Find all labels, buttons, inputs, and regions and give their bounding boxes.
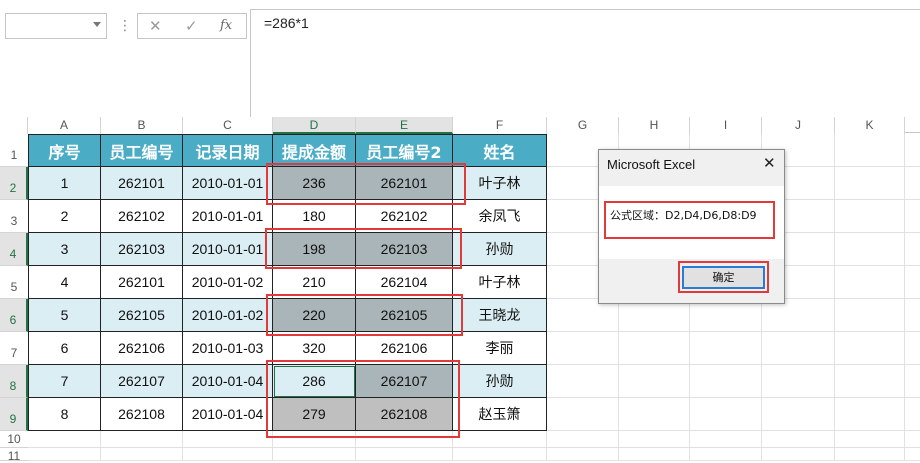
table-cell[interactable]: 2010-01-01 xyxy=(183,233,273,266)
table-cell[interactable]: 2010-01-04 xyxy=(183,365,273,398)
annotation-box xyxy=(266,163,466,205)
cancel-icon[interactable]: ✕ xyxy=(149,17,162,35)
table-cell[interactable]: 2010-01-01 xyxy=(183,200,273,233)
enter-icon[interactable]: ✓ xyxy=(185,17,198,35)
dialog-title: Microsoft Excel xyxy=(607,157,696,172)
table-cell[interactable]: 7 xyxy=(28,365,101,398)
table-cell[interactable]: 2010-01-01 xyxy=(183,167,273,200)
table-cell[interactable]: 余凤飞 xyxy=(453,200,547,233)
column-header-h[interactable]: H xyxy=(619,117,690,134)
name-box[interactable] xyxy=(5,13,107,39)
table-cell[interactable]: 6 xyxy=(28,332,101,365)
column-header-d[interactable]: D xyxy=(273,117,356,134)
row-header-6[interactable]: 6 xyxy=(0,299,28,332)
row-header-8[interactable]: 8 xyxy=(0,365,28,398)
column-header-k[interactable]: K xyxy=(835,117,905,134)
column-header-b[interactable]: B xyxy=(101,117,183,134)
row-header-11[interactable]: 11 xyxy=(0,448,28,463)
header-cell[interactable]: 员工编号 xyxy=(101,134,183,167)
table-cell[interactable]: 2010-01-04 xyxy=(183,398,273,431)
formula-input[interactable]: =286*1 xyxy=(250,9,920,133)
dialog-body: 公式区域：D2,D4,D6,D8:D9 xyxy=(599,186,784,259)
row-header-5[interactable]: 5 xyxy=(0,266,28,299)
header-cell[interactable]: 姓名 xyxy=(453,134,547,167)
column-header-e[interactable]: E xyxy=(356,117,453,134)
table-cell[interactable]: 4 xyxy=(28,266,101,299)
formula-buttons: ✕ ✓ fx xyxy=(137,13,247,39)
row-header-9[interactable]: 9 xyxy=(0,398,28,431)
table-cell[interactable]: 1 xyxy=(28,167,101,200)
message-dialog: Microsoft Excel ✕ 公式区域：D2,D4,D6,D8:D9 确定 xyxy=(598,149,785,304)
header-cell[interactable]: 序号 xyxy=(28,134,101,167)
table-cell[interactable]: 262108 xyxy=(101,398,183,431)
table-cell[interactable]: 王晓龙 xyxy=(453,299,547,332)
row-header-7[interactable]: 7 xyxy=(0,332,28,365)
table-cell[interactable]: 2 xyxy=(28,200,101,233)
table-cell[interactable]: 262101 xyxy=(101,167,183,200)
table-cell[interactable]: 262106 xyxy=(101,332,183,365)
table-cell[interactable]: 李丽 xyxy=(453,332,547,365)
column-header-f[interactable]: F xyxy=(453,117,547,134)
annotation-box xyxy=(265,228,462,269)
table-cell[interactable]: 262101 xyxy=(101,266,183,299)
insert-function-icon[interactable]: fx xyxy=(220,18,232,33)
table-cell[interactable]: 2010-01-02 xyxy=(183,299,273,332)
annotation-box xyxy=(604,201,775,239)
table-cell[interactable]: 2010-01-02 xyxy=(183,266,273,299)
column-header-g[interactable]: G xyxy=(547,117,619,134)
table-cell[interactable]: 8 xyxy=(28,398,101,431)
more-options-icon[interactable]: ⋮ xyxy=(118,14,132,38)
annotation-box xyxy=(266,360,460,438)
table-cell[interactable]: 叶子林 xyxy=(453,167,547,200)
header-cell[interactable]: 记录日期 xyxy=(183,134,273,167)
annotation-box xyxy=(678,261,769,293)
column-header-c[interactable]: C xyxy=(183,117,273,134)
row-header-3[interactable]: 3 xyxy=(0,200,28,233)
table-cell[interactable]: 262105 xyxy=(101,299,183,332)
row-header-1[interactable]: 1 xyxy=(0,134,28,167)
table-cell[interactable]: 262102 xyxy=(101,200,183,233)
gridline xyxy=(28,447,920,448)
table-cell[interactable]: 5 xyxy=(28,299,101,332)
table-cell[interactable]: 叶子林 xyxy=(453,266,547,299)
table-cell[interactable]: 孙勋 xyxy=(453,365,547,398)
column-header-a[interactable]: A xyxy=(28,117,101,134)
select-all-corner[interactable] xyxy=(0,117,28,134)
chevron-down-icon[interactable] xyxy=(93,22,101,27)
table-cell[interactable]: 3 xyxy=(28,233,101,266)
row-header-2[interactable]: 2 xyxy=(0,167,28,200)
table-cell[interactable]: 262107 xyxy=(101,365,183,398)
row-header-4[interactable]: 4 xyxy=(0,233,28,266)
table-cell[interactable]: 孙勋 xyxy=(453,233,547,266)
close-icon[interactable]: ✕ xyxy=(763,154,776,172)
annotation-box xyxy=(266,294,463,336)
table-cell[interactable]: 赵玉箫 xyxy=(453,398,547,431)
table-cell[interactable]: 2010-01-03 xyxy=(183,332,273,365)
column-header-j[interactable]: J xyxy=(762,117,835,134)
column-header-i[interactable]: I xyxy=(690,117,762,134)
row-header-10[interactable]: 10 xyxy=(0,431,28,448)
table-cell[interactable]: 262103 xyxy=(101,233,183,266)
